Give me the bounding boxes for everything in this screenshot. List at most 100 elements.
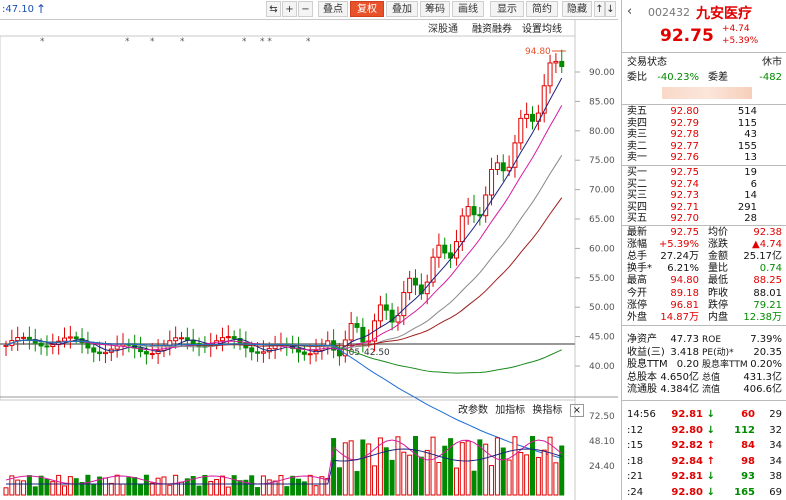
bid-level[interactable]: 买五 92.70 28 bbox=[622, 213, 786, 225]
level-price: 92.78 bbox=[670, 129, 699, 141]
volume-bar bbox=[44, 478, 50, 496]
fund-value: 406.6亿 bbox=[743, 384, 782, 396]
volume-bar bbox=[225, 486, 231, 496]
fund-label: 总股本 bbox=[627, 371, 657, 383]
volume-tick-label: 24.40 bbox=[589, 462, 615, 472]
stat-value: 25.17亿 bbox=[743, 251, 782, 263]
kline-chart-area[interactable]: :47.10 ↑ ⇆ + − 叠点 复权 叠加 筹码 画线 显示 简约 隐藏 ↑ ↓ 深股通 融资融券 … bbox=[0, 0, 618, 500]
volume-bar bbox=[325, 478, 331, 496]
volume-bar bbox=[266, 479, 272, 496]
level-volume: 155 bbox=[737, 140, 757, 152]
volume-bar bbox=[512, 436, 518, 496]
volume-bar bbox=[214, 479, 220, 496]
stat-row: 最新 92.75 均价 92.38 bbox=[622, 227, 786, 239]
switch-indicator-button[interactable]: 换指标 bbox=[532, 405, 562, 416]
stat-label: 金额 bbox=[708, 251, 728, 263]
volume-bar bbox=[453, 467, 459, 496]
level-price: 92.79 bbox=[670, 117, 699, 129]
fund-value: 3.418 bbox=[670, 346, 699, 358]
stat-label: 昨收 bbox=[708, 287, 728, 299]
level-label: 买五 bbox=[627, 213, 647, 225]
candle-body bbox=[301, 351, 307, 355]
volume-bar bbox=[506, 459, 512, 496]
ask-level[interactable]: 卖一 92.76 13 bbox=[622, 152, 786, 164]
volume-bar bbox=[360, 439, 366, 496]
price-tick-label: 60.00 bbox=[589, 244, 615, 254]
bid-level[interactable]: 买四 92.71 291 bbox=[622, 202, 786, 214]
candle-body bbox=[348, 323, 354, 341]
candle-body bbox=[547, 62, 553, 87]
ask-level[interactable]: 卖四 92.79 115 bbox=[622, 118, 786, 130]
candle-body bbox=[413, 277, 418, 286]
tick-price: 92.82 bbox=[671, 440, 703, 451]
add-indicator-button[interactable]: 加指标 bbox=[495, 405, 525, 416]
tick-arrow-icon: ↓ bbox=[706, 409, 715, 420]
candle-body bbox=[120, 343, 126, 347]
volume-bar bbox=[430, 436, 436, 496]
candle-body bbox=[143, 351, 149, 355]
close-icon[interactable]: × bbox=[569, 404, 584, 417]
ask-level[interactable]: 卖五 92.80 514 bbox=[622, 106, 786, 118]
stat-value: 14.87万 bbox=[660, 311, 699, 323]
ask-level[interactable]: 卖二 92.77 155 bbox=[622, 141, 786, 153]
back-arrow-icon[interactable]: ‹ bbox=[627, 4, 632, 19]
volume-bar bbox=[120, 483, 126, 496]
ask-level[interactable]: 卖三 92.78 43 bbox=[622, 129, 786, 141]
stat-value: 92.75 bbox=[670, 227, 699, 238]
tick-price: 92.81 bbox=[671, 471, 703, 482]
bid-level[interactable]: 买一 92.75 19 bbox=[622, 167, 786, 179]
volume-bar bbox=[524, 454, 530, 496]
price-chart[interactable]: 90.00 85.00 80.00 75.00 70.00 65.00 60.00 55.00… bbox=[0, 0, 618, 500]
tick-volume: 93 bbox=[741, 471, 755, 482]
candle-body bbox=[477, 214, 483, 217]
volume-bar bbox=[336, 467, 342, 496]
ma-line bbox=[5, 154, 563, 349]
candle-body bbox=[219, 337, 225, 342]
stat-value: 27.24万 bbox=[660, 251, 699, 263]
tick-count: 29 bbox=[769, 409, 782, 420]
volume-bar bbox=[38, 475, 44, 496]
candle-body bbox=[465, 206, 471, 217]
fund-label: 股息率TTM bbox=[702, 360, 748, 371]
stat-label: 涨停 bbox=[627, 299, 647, 311]
stat-label: 今开 bbox=[627, 287, 647, 299]
stat-value: 92.38 bbox=[753, 227, 782, 238]
fund-label: 股息TTM bbox=[627, 359, 668, 371]
tick-row: 14:56 92.81 ↓ 60 29 bbox=[622, 409, 786, 421]
volume-bar bbox=[161, 476, 167, 496]
event-marker: * bbox=[40, 37, 45, 47]
level-price: 92.77 bbox=[670, 140, 699, 152]
volume-bar bbox=[494, 437, 500, 496]
bid-level[interactable]: 买二 92.74 6 bbox=[622, 179, 786, 191]
trade-status-label: 交易状态 bbox=[627, 57, 667, 68]
event-marker: * bbox=[306, 37, 311, 47]
price-change: +4.74 bbox=[722, 24, 750, 34]
stat-value: 94.80 bbox=[670, 275, 699, 287]
volume-bar bbox=[366, 443, 372, 496]
level-volume: 14 bbox=[744, 190, 757, 202]
volume-bar bbox=[32, 486, 38, 496]
bid-level[interactable]: 买三 92.73 14 bbox=[622, 190, 786, 202]
level-volume: 115 bbox=[737, 117, 757, 129]
tick-time: :24 bbox=[627, 486, 644, 498]
candle-body bbox=[149, 353, 155, 356]
event-marker: * bbox=[180, 37, 185, 47]
candle-body bbox=[360, 326, 366, 343]
volume-bar bbox=[319, 476, 325, 496]
edit-params-button[interactable]: 改参数 bbox=[458, 405, 488, 416]
volume-bar bbox=[489, 465, 495, 496]
volume-bar bbox=[342, 442, 348, 496]
volume-bar bbox=[372, 465, 378, 496]
level-price: 92.71 bbox=[670, 201, 699, 213]
level-volume: 13 bbox=[744, 152, 757, 164]
stat-label: 最高 bbox=[627, 275, 647, 287]
volume-tick-label: 72.50 bbox=[589, 412, 615, 422]
fund-value: 7.39% bbox=[750, 334, 782, 345]
trade-status-value: 休市 bbox=[762, 57, 782, 68]
bid-diff-value: -482 bbox=[759, 72, 782, 83]
volume-bar bbox=[91, 484, 97, 496]
fund-value: 431.3亿 bbox=[743, 371, 782, 383]
fund-label: 流值 bbox=[702, 385, 721, 396]
level-label: 卖一 bbox=[627, 152, 647, 164]
candle-body bbox=[518, 117, 524, 144]
